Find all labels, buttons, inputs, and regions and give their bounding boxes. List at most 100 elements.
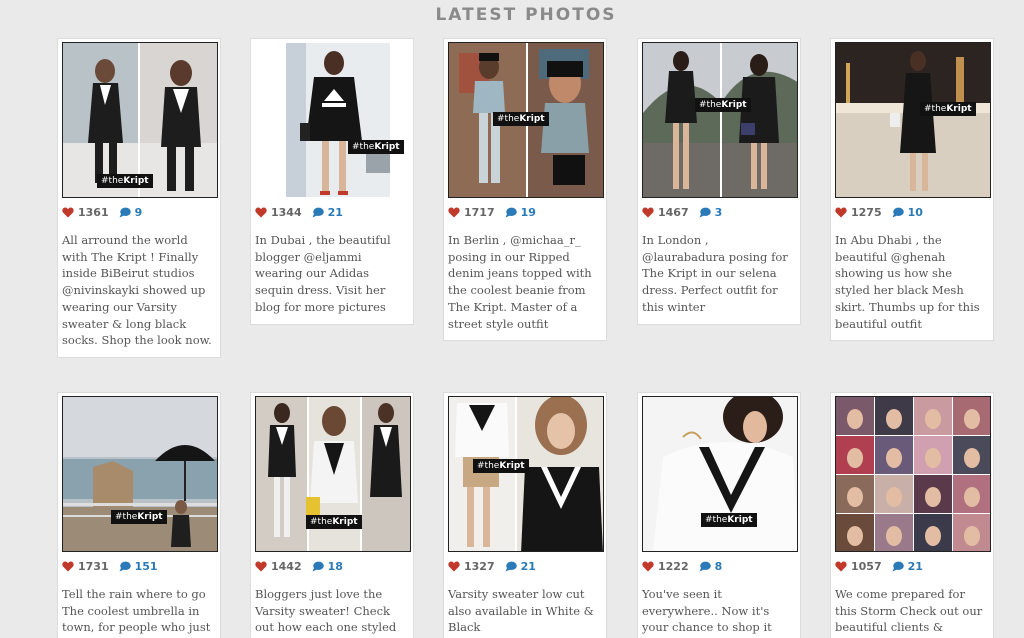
photo[interactable]: #theKript: [642, 42, 798, 198]
speech-bubble-icon: [312, 207, 324, 217]
comment-count: 21: [327, 205, 343, 219]
comment-button[interactable]: 9: [119, 205, 143, 219]
photo-card[interactable]: #theKript 1442 18 Bloggers just love the…: [250, 392, 414, 638]
heart-icon: [62, 207, 74, 217]
photo-card[interactable]: #theKript 1327 21 Varsity sweater low cu…: [443, 392, 607, 638]
like-count: 1361: [78, 205, 109, 219]
speech-bubble-icon: [312, 561, 324, 571]
like-button[interactable]: 1327: [448, 560, 495, 573]
brand-tag: #theKript: [695, 98, 751, 112]
photo-card[interactable]: #theKript 1361 9 All arround the world w…: [57, 38, 221, 358]
post-caption: We come prepared for this Storm Check ou…: [835, 587, 983, 638]
post-caption: You've seen it everywhere.. Now it's you…: [642, 587, 772, 638]
photo[interactable]: #theKript: [642, 396, 798, 552]
photo[interactable]: #theKript: [255, 42, 411, 198]
like-count: 1467: [658, 205, 689, 219]
comment-button[interactable]: 19: [505, 206, 536, 219]
post-stats: 1222 8: [642, 556, 796, 576]
brand-tag: #theKript: [348, 140, 404, 154]
like-button[interactable]: 1275: [835, 206, 882, 219]
comment-button[interactable]: 10: [892, 206, 923, 219]
heart-icon: [642, 561, 654, 571]
photo-card[interactable]: #theKript 1275 10 In Abu Dhabi , the bea…: [830, 38, 994, 342]
post-caption: Varsity sweater low cut also available i…: [448, 587, 594, 635]
comment-button[interactable]: 8: [699, 559, 723, 573]
post-stats: 1344 21: [255, 202, 409, 222]
speech-bubble-icon: [505, 561, 517, 571]
photo[interactable]: #theKript: [255, 396, 411, 552]
brand-tag: #theKript: [920, 102, 976, 116]
heart-icon: [448, 207, 460, 217]
speech-bubble-icon: [699, 561, 711, 571]
comment-button[interactable]: 3: [699, 205, 723, 219]
brand-tag: #theKript: [493, 112, 549, 126]
speech-bubble-icon: [119, 207, 131, 217]
comment-button[interactable]: 18: [312, 560, 343, 573]
comment-count: 9: [134, 205, 143, 219]
like-button[interactable]: 1467: [642, 206, 689, 219]
heart-icon: [62, 561, 74, 571]
photo[interactable]: #theKript: [448, 42, 604, 198]
post-stats: 1275 10: [835, 202, 989, 222]
post-caption: All arround the world with The Kript ! F…: [62, 233, 212, 348]
speech-bubble-icon: [505, 207, 517, 217]
post-stats: 1327 21: [448, 556, 602, 576]
comment-button[interactable]: 151: [119, 560, 158, 573]
like-count: 1344: [271, 205, 302, 219]
like-count: 1717: [464, 205, 495, 219]
post-stats: 1717 19: [448, 202, 602, 222]
post-caption: In Berlin , @michaa_r_ posing in our Rip…: [448, 233, 592, 331]
like-count: 1327: [464, 559, 495, 573]
post-caption: In Dubai , the beautiful blogger @eljamm…: [255, 233, 391, 314]
like-count: 1222: [658, 559, 689, 573]
photo-card[interactable]: 1057 21 We come prepared for this Storm …: [830, 392, 994, 638]
post-caption: In London , @laurabadura posing for The …: [642, 233, 788, 314]
post-caption: In Abu Dhabi , the beautiful @ghenah sho…: [835, 233, 980, 331]
speech-bubble-icon: [892, 207, 904, 217]
speech-bubble-icon: [119, 561, 131, 571]
heart-icon: [642, 207, 654, 217]
comment-button[interactable]: 21: [312, 206, 343, 219]
post-caption: Tell the rain where to go The coolest um…: [62, 587, 211, 635]
comment-button[interactable]: 21: [892, 560, 923, 573]
comment-count: 18: [327, 559, 343, 573]
photo-card[interactable]: #theKript 1467 3 In London , @laurabadur…: [637, 38, 801, 325]
comment-count: 8: [714, 559, 723, 573]
photo[interactable]: #theKript: [448, 396, 604, 552]
like-count: 1057: [851, 559, 882, 573]
like-button[interactable]: 1361: [62, 206, 109, 219]
photo-card[interactable]: #theKript 1222 8 You've seen it everywhe…: [637, 392, 801, 638]
like-button[interactable]: 1222: [642, 560, 689, 573]
speech-bubble-icon: [699, 207, 711, 217]
photo-grid: #theKript 1361 9 All arround the world w…: [0, 0, 1024, 638]
photo[interactable]: #theKript: [835, 42, 991, 198]
brand-tag: #theKript: [473, 459, 529, 473]
comment-button[interactable]: 21: [505, 560, 536, 573]
photo-card[interactable]: #theKript 1344 21 In Dubai , the beautif…: [250, 38, 414, 325]
heart-icon: [255, 207, 267, 217]
like-button[interactable]: 1057: [835, 560, 882, 573]
post-caption: Bloggers just love the Varsity sweater! …: [255, 587, 397, 638]
like-button[interactable]: 1344: [255, 206, 302, 219]
like-button[interactable]: 1731: [62, 560, 109, 573]
photo[interactable]: #theKript: [62, 42, 218, 198]
photo-card[interactable]: #theKript 1717 19 In Berlin , @michaa_r_…: [443, 38, 607, 342]
heart-icon: [835, 207, 847, 217]
like-button[interactable]: 1442: [255, 560, 302, 573]
photo[interactable]: #theKript: [62, 396, 218, 552]
like-button[interactable]: 1717: [448, 206, 495, 219]
comment-count: 10: [907, 205, 923, 219]
comment-count: 19: [520, 205, 536, 219]
brand-tag: #theKript: [97, 174, 153, 188]
comment-count: 3: [714, 205, 723, 219]
comment-count: 21: [520, 559, 536, 573]
speech-bubble-icon: [892, 561, 904, 571]
heart-icon: [448, 561, 460, 571]
post-stats: 1731 151: [62, 556, 216, 576]
brand-tag: #theKript: [701, 513, 757, 527]
like-count: 1275: [851, 205, 882, 219]
photo-card[interactable]: #theKript 1731 151 Tell the rain where t…: [57, 392, 221, 638]
post-stats: 1057 21: [835, 556, 989, 576]
photo[interactable]: [835, 396, 991, 552]
comment-count: 151: [134, 559, 158, 573]
